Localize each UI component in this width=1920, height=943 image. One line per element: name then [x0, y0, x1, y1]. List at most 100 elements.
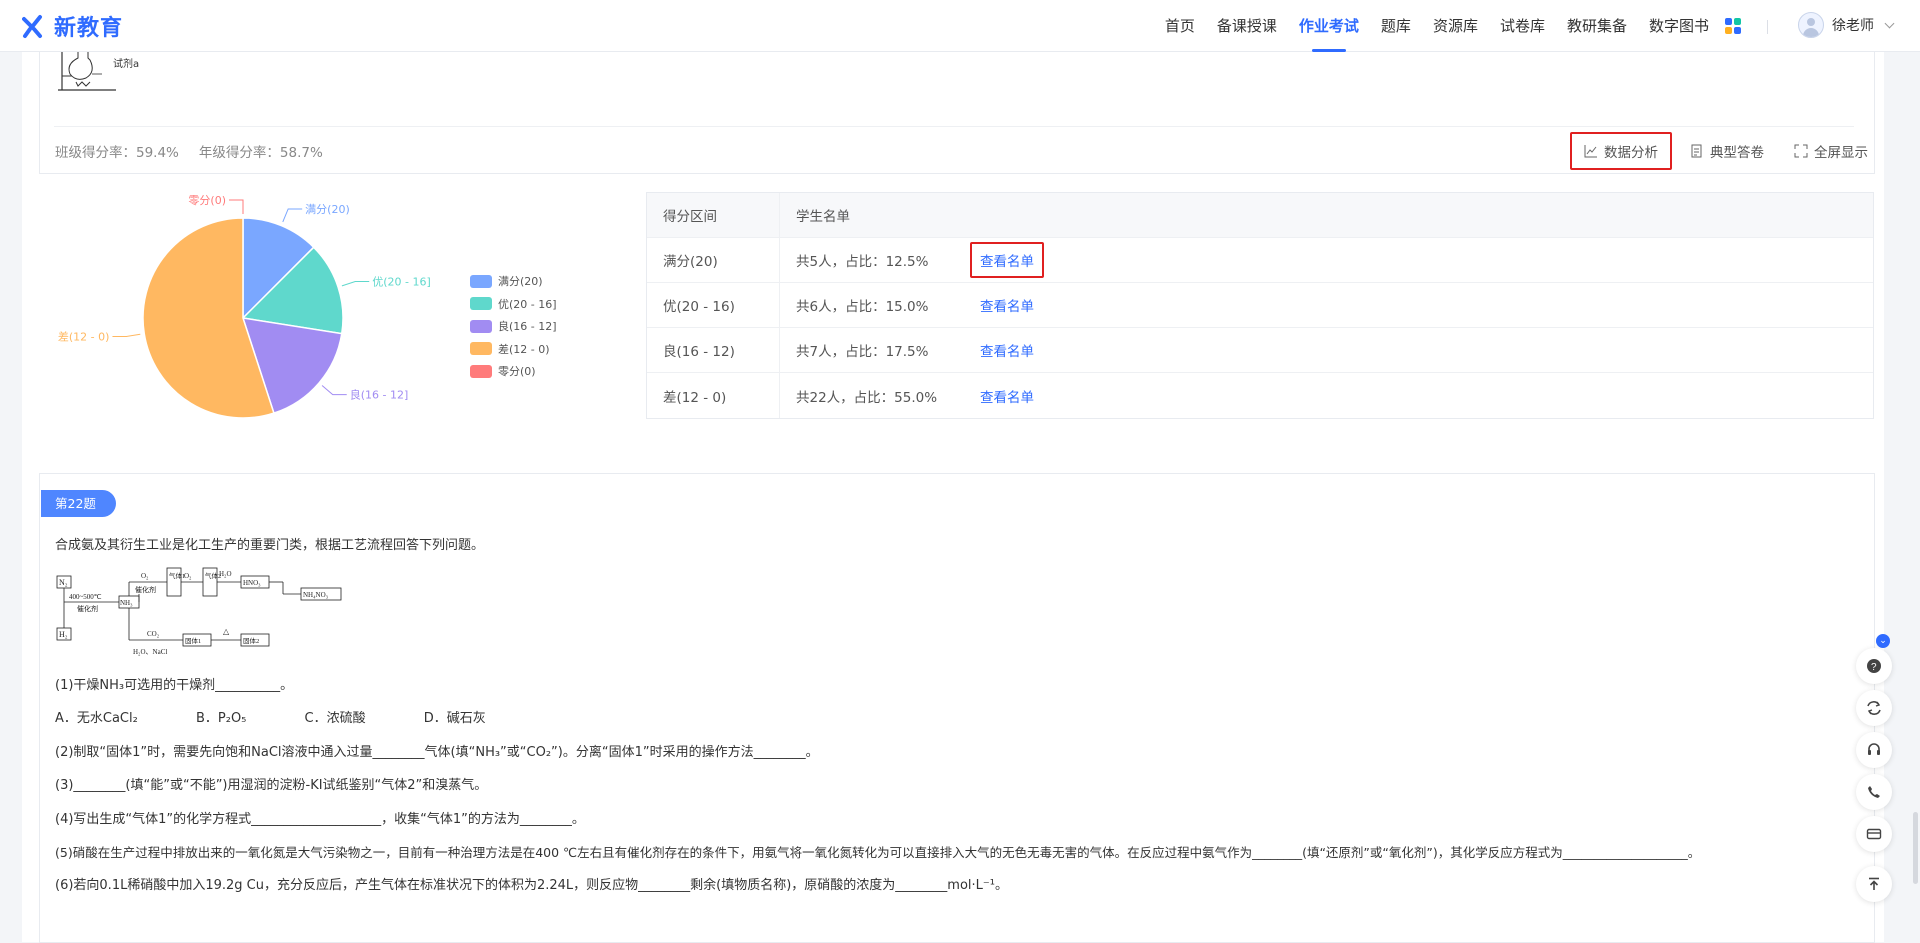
fullscreen-button[interactable]: 全屏显示: [1782, 135, 1880, 167]
card-button[interactable]: [1856, 816, 1892, 852]
sub-question-2: (2)制取“固体1”时，需要先向饱和NaCl溶液中通入过量________气体(…: [55, 745, 819, 760]
range-cell: 良(16 - 12): [647, 328, 780, 372]
logo-icon: [22, 15, 42, 38]
answer-options: A．无水CaCl₂ B．P₂O₅ C．浓硫酸 D．碱石灰: [55, 707, 540, 726]
label-n2: N₂: [59, 578, 68, 587]
table-header-row: 得分区间 学生名单: [647, 193, 1873, 238]
table-row: 良(16 - 12) 共7人，占比：17.5% 查看名单: [647, 328, 1873, 373]
nav-lesson-prep[interactable]: 备课授课: [1206, 0, 1288, 52]
table-row: 差(12 - 0) 共22人，占比：55.0% 查看名单: [647, 373, 1873, 418]
label-h2: H₂: [59, 630, 68, 639]
label-nh4no3: NH₄NO₃: [303, 591, 329, 599]
page-scrollbar[interactable]: [1913, 812, 1918, 884]
back-to-top-button[interactable]: [1856, 866, 1892, 902]
summary-cell: 共7人，占比：17.5%: [796, 344, 929, 360]
collapse-toggle-icon[interactable]: ⌄: [1876, 634, 1890, 648]
legend-item-zero[interactable]: 零分(0): [470, 360, 557, 383]
process-flow-diagram: N₂ H₂ 400~500℃ 催化剂 NH₃ O₂ 催化剂 气体1 O₂ 气体2…: [56, 567, 342, 656]
label-catalyst-2: 催化剂: [135, 585, 156, 594]
data-analysis-button[interactable]: 数据分析: [1570, 132, 1672, 170]
fullscreen-icon: [1794, 144, 1808, 158]
column-header-students: 学生名单: [796, 209, 850, 225]
nav-research[interactable]: 教研集备: [1556, 0, 1638, 52]
help-button[interactable]: ?: [1856, 648, 1892, 684]
class-score-rate: 班级得分率：59.4%: [55, 145, 179, 161]
option-d: D．碱石灰: [423, 711, 486, 726]
refresh-button[interactable]: [1856, 690, 1892, 726]
view-list-link[interactable]: 查看名单: [972, 291, 1042, 319]
label-salt-water: H₂O、NaCl: [133, 648, 167, 656]
card-icon: [1866, 828, 1882, 840]
label-solid1: 固体1: [185, 636, 201, 645]
legend-item-full[interactable]: 满分(20): [470, 270, 557, 293]
column-header-range: 得分区间: [647, 193, 780, 237]
score-range-table: 得分区间 学生名单 满分(20) 共5人，占比：12.5% 查看名单 优(20 …: [646, 192, 1874, 419]
help-icon: ?: [1867, 659, 1881, 673]
legend-swatch: [470, 274, 492, 288]
legend-item-good[interactable]: 良(16 - 12]: [470, 315, 557, 338]
view-list-link[interactable]: 查看名单: [972, 336, 1042, 364]
option-c: C．浓硫酸: [304, 711, 366, 726]
table-row: 优(20 - 16) 共6人，占比：15.0% 查看名单: [647, 283, 1873, 328]
pie-slice-label: 良(16 - 12]: [350, 388, 409, 402]
legend-swatch: [470, 364, 492, 378]
pie-slice-label: 零分(0): [188, 194, 226, 207]
table-row: 满分(20) 共5人，占比：12.5% 查看名单: [647, 238, 1873, 283]
view-list-link[interactable]: 查看名单: [970, 242, 1044, 278]
option-b: B．P₂O₅: [195, 711, 247, 726]
customer-service-button[interactable]: [1856, 732, 1892, 768]
view-list-link[interactable]: 查看名单: [972, 382, 1042, 410]
chevron-down-icon: [1884, 18, 1895, 28]
sub-question-3: (3)________(填“能”或“不能”)用湿润的淀粉-KI试纸鉴别“气体2”…: [55, 778, 488, 793]
pie-leader-line: [321, 385, 347, 396]
label-hno3: HNO₃: [243, 579, 261, 587]
avatar: [1798, 12, 1824, 38]
flask-apparatus-figure: [58, 52, 116, 91]
user-menu[interactable]: 徐老师: [1798, 12, 1895, 38]
option-a: A．无水CaCl₂: [55, 711, 138, 726]
label-h2o: H₂O: [219, 570, 232, 578]
legend-item-excellent[interactable]: 优(20 - 16]: [470, 293, 557, 316]
headset-icon: [1868, 743, 1880, 755]
sub-question-4: (4)写出生成“气体1”的化学方程式____________________，收…: [55, 812, 585, 827]
grade-score-rate: 年级得分率：58.7%: [198, 145, 323, 161]
label-co2: CO₂: [147, 630, 160, 638]
label-gas1: 气体1: [169, 571, 185, 580]
nav-paper-bank[interactable]: 试卷库: [1489, 0, 1556, 52]
range-cell: 差(12 - 0): [647, 373, 780, 418]
nav-question-bank[interactable]: 题库: [1370, 0, 1422, 52]
sub-question-1: (1)干燥NH₃可选用的干燥剂__________。: [55, 678, 294, 693]
nav-home[interactable]: 首页: [1154, 0, 1206, 52]
typical-answers-button[interactable]: 典型答卷: [1678, 135, 1776, 167]
legend-swatch: [470, 297, 492, 311]
top-navbar: 新教育 首页 备课授课 作业考试 题库 资源库 试卷库 教研集备 数字图书 徐老…: [0, 0, 1920, 52]
range-cell: 满分(20): [647, 238, 780, 282]
summary-cell: 共6人，占比：15.0%: [796, 299, 929, 315]
summary-cell: 共22人，占比：55.0%: [796, 389, 938, 406]
label-temperature: 400~500℃: [69, 593, 102, 601]
label-o2-a: O₂: [141, 572, 149, 580]
nav-homework-exam[interactable]: 作业考试: [1288, 0, 1370, 52]
label-nh3: NH₃: [120, 599, 133, 607]
nav-resources[interactable]: 资源库: [1422, 0, 1489, 52]
label-o2-b: O₂: [184, 572, 192, 580]
question-stem: 合成氨及其衍生工业是化工生产的重要门类，根据工艺流程回答下列问题。: [55, 538, 485, 553]
nav-digital-books[interactable]: 数字图书: [1638, 0, 1720, 52]
phone-button[interactable]: [1856, 774, 1892, 810]
pie-slice-label: 满分(20): [305, 203, 350, 216]
legend-item-poor[interactable]: 差(12 - 0): [470, 338, 557, 361]
document-icon: [1691, 144, 1702, 158]
logo[interactable]: 新教育: [22, 10, 123, 42]
label-heat: △: [223, 627, 230, 636]
score-rate-row: 班级得分率：59.4% 年级得分率：58.7%: [55, 141, 323, 161]
label-solid2: 固体2: [243, 636, 259, 645]
pie-leader-line: [229, 199, 244, 214]
pie-slice-label: 差(12 - 0): [58, 329, 110, 343]
main-nav: 首页 备课授课 作业考试 题库 资源库 试卷库 教研集备 数字图书: [1154, 0, 1720, 52]
apps-grid-icon[interactable]: [1725, 18, 1741, 34]
range-cell: 优(20 - 16): [647, 283, 780, 327]
legend-swatch: [470, 342, 492, 356]
pie-slice-label: 优(20 - 16]: [372, 276, 431, 289]
sub-question-6: (6)若向0.1L稀硝酸中加入19.2g Cu，充分反应后，产生气体在标准状况下…: [55, 878, 1008, 893]
phone-icon: [1868, 786, 1880, 798]
